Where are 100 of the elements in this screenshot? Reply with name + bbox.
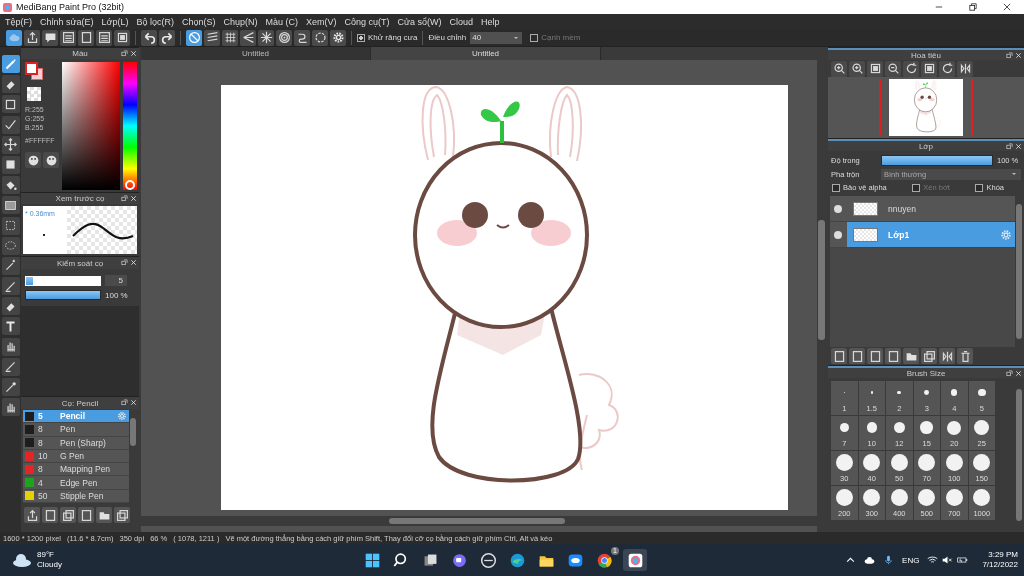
float-panel-icon[interactable] [121,195,128,202]
move-tool-button[interactable] [1,135,20,154]
layer-opacity-slider-fill[interactable] [882,155,992,165]
visibility-toggle[interactable] [834,205,842,213]
scrollbar-thumb[interactable] [130,418,136,446]
delete-layer-button[interactable] [957,348,973,364]
brush-item[interactable]: 8 Mapping Pen [23,463,129,477]
fit-screen-button[interactable] [867,60,883,77]
opacity-slider-fill[interactable] [26,291,100,299]
parallel-snap-button[interactable] [204,29,220,46]
browser-icon[interactable] [508,551,526,569]
duplicate-layer-button[interactable] [921,348,937,364]
adjust-dropdown[interactable]: 40 [470,31,523,44]
gradient-tool-button[interactable] [1,196,20,215]
grid-snap-button[interactable] [222,29,238,46]
menu-item[interactable]: Xem(V) [304,16,343,27]
new-brush-button[interactable] [42,507,58,523]
curve-snap-button[interactable] [294,29,310,46]
chrome-icon[interactable] [595,551,613,569]
clock-time[interactable]: 3:29 PM [988,550,1018,560]
menu-item[interactable]: Công cụ(T) [342,16,396,27]
menu-item[interactable]: Chỉnh sửa(E) [38,16,100,27]
menu-item[interactable]: Bộ lọc(R) [134,16,180,27]
close-icon[interactable] [1003,3,1011,11]
redo-button[interactable] [159,29,175,46]
ellipse-snap-button[interactable] [312,29,328,46]
battery-icon[interactable] [957,555,969,565]
eraser-tool-button[interactable] [1,75,20,94]
bucket-tool-button[interactable] [1,176,20,195]
menu-item[interactable]: Màu (C) [263,16,305,27]
select-pen-tool-button[interactable] [1,277,20,296]
magic-wand-tool-button[interactable] [1,256,20,275]
rotate-left-button[interactable] [903,60,919,77]
rotate-right-button[interactable] [939,60,955,77]
antialias-checkbox[interactable]: Khử răng cưa [357,33,418,42]
float-panel-icon[interactable] [121,399,128,406]
language-indicator[interactable]: ENG [902,555,920,565]
float-panel-icon[interactable] [121,259,128,266]
size-slider-fill[interactable] [26,276,34,285]
visibility-toggle[interactable] [834,231,842,239]
float-panel-icon[interactable] [1006,143,1013,150]
zoom-out-button[interactable] [885,60,901,77]
round-logo-icon[interactable] [479,551,497,569]
chat-icon[interactable] [450,551,468,569]
menu-item[interactable]: Cửa sổ(W) [395,16,448,27]
menu-item[interactable]: Lớp(L) [99,16,135,27]
perspective-snap-button[interactable] [240,29,256,46]
table-button[interactable] [96,29,112,46]
upload-button[interactable] [24,29,40,46]
snap-settings-button[interactable] [330,29,346,46]
undo-button[interactable] [141,29,157,46]
form-button[interactable] [60,29,76,46]
snap-off-button[interactable] [186,29,202,46]
select-eraser-tool-button[interactable] [1,297,20,316]
float-panel-icon[interactable] [1006,370,1013,377]
cloud-button[interactable] [6,29,22,46]
line-tool-button[interactable] [1,115,20,134]
new-layer-button[interactable] [831,348,847,364]
copy-button[interactable] [114,507,130,523]
eyedropper-tool-button[interactable] [1,378,20,396]
document-tab[interactable]: Untitled [371,47,601,60]
scrollbar-thumb[interactable] [1016,389,1022,521]
speaker-muted-icon[interactable] [942,555,954,565]
document-tab[interactable]: Untitled [141,47,371,60]
zoom-in-button[interactable] [849,60,865,77]
color-swatches[interactable] [25,62,45,82]
value-field[interactable]: 5 [105,275,127,286]
folder-button[interactable] [96,507,112,523]
cloud-icon[interactable] [864,555,876,565]
start-icon[interactable] [363,551,381,569]
menu-item[interactable]: Tệp(F) [3,16,38,27]
paint-app-icon[interactable] [626,551,644,569]
select-tool-button[interactable] [1,216,20,235]
menu-item[interactable]: Chọn(S) [180,16,222,27]
flip-button[interactable] [957,60,973,77]
float-panel-icon[interactable] [1006,52,1013,59]
menu-item[interactable]: Cloud [447,16,480,27]
brush-tool-button[interactable] [1,55,20,73]
page-button[interactable] [78,29,94,46]
scrollbar-thumb[interactable] [1016,204,1022,339]
concentric-snap-button[interactable] [276,29,292,46]
saturation-brightness-picker[interactable] [62,62,121,190]
scrollbar-thumb[interactable] [818,220,825,340]
layer-folder-button[interactable] [903,348,919,364]
wifi-icon[interactable] [927,555,939,565]
transparent-color-swatch[interactable] [27,87,41,101]
comment-button[interactable] [42,29,58,46]
menu-item[interactable]: Chụp(N) [221,16,264,27]
microphone-icon[interactable] [883,555,895,565]
brush-item[interactable]: 8 Pen [23,423,129,437]
hue-slider[interactable] [123,62,137,190]
radial-snap-button[interactable] [258,29,274,46]
text-tool-button[interactable] [1,317,20,336]
duplicate-brush-button[interactable] [60,507,76,523]
brush-item[interactable]: 4 Edge Pen [23,476,129,490]
restore-icon[interactable] [969,3,977,11]
scrollbar-thumb[interactable] [389,518,565,524]
hue-thumb[interactable] [125,180,136,190]
clock-date[interactable]: 7/12/2022 [982,560,1018,570]
shape-fill-tool-button[interactable] [1,155,20,174]
